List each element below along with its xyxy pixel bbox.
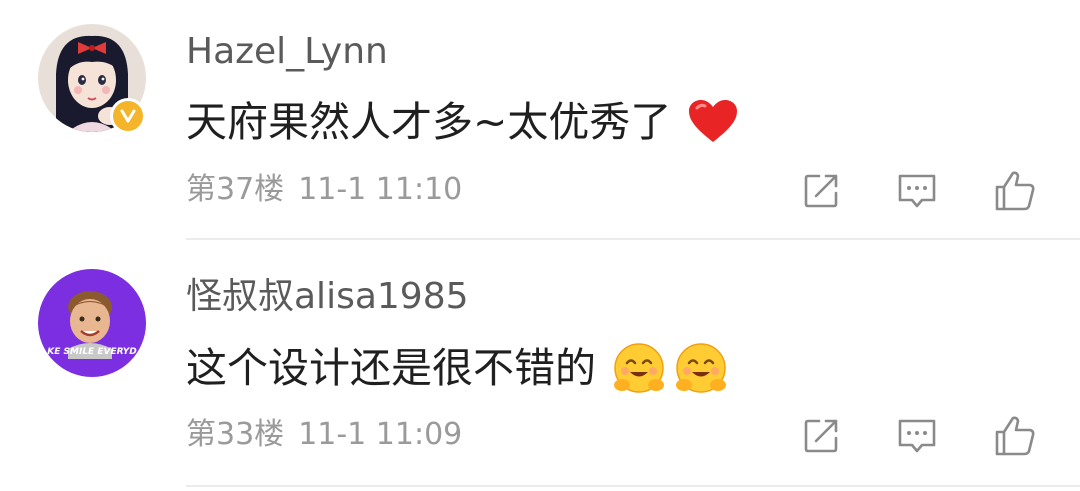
share-icon [804,174,838,208]
reply-button[interactable] [894,168,940,214]
avatar[interactable]: KE SMILE EVERYD [38,269,146,377]
share-button[interactable] [798,413,844,459]
red-heart-emoji [689,100,738,142]
comment-text: 这个设计还是很不错的 [186,341,728,395]
check-icon [120,109,136,123]
comment-meta: 第37楼 11-1 11:10 [186,170,462,210]
reply-icon [898,419,936,453]
comment-text-body: 天府果然人才多~太优秀了 [186,98,672,146]
reply-button[interactable] [894,413,940,459]
like-icon [995,171,1035,211]
comment-meta: 第33楼 11-1 11:09 [186,415,462,455]
hugging-face-emoji [676,343,726,393]
hugging-face-emoji [614,343,664,393]
floor-number: 第33楼 [186,417,285,452]
username[interactable]: 怪叔叔alisa1985 [186,275,469,319]
timestamp: 11-1 11:10 [298,172,463,207]
divider [186,485,1080,487]
timestamp: 11-1 11:09 [298,417,463,452]
like-button[interactable] [992,413,1038,459]
boy-photo-avatar [38,269,146,377]
comment-list: Hazel_Lynn 天府果然人才多~太优秀了 第37楼 11-1 11:10 [0,0,1080,491]
floor-number: 第37楼 [186,172,285,207]
verified-badge [110,98,146,134]
share-button[interactable] [798,168,844,214]
comment-item: Hazel_Lynn 天府果然人才多~太优秀了 第37楼 11-1 11:10 [0,0,1080,240]
like-button[interactable] [992,168,1038,214]
emoji-group [612,341,728,395]
avatar-caption: KE SMILE EVERYD [47,347,137,357]
reply-icon [898,174,936,208]
share-icon [804,419,838,453]
comment-actions [798,413,1048,459]
comment-text-body: 这个设计还是很不错的 [186,344,596,392]
divider [186,238,1080,240]
comment-text: 天府果然人才多~太优秀了 [186,96,739,148]
comment-item: KE SMILE EVERYD 怪叔叔alisa1985 这个设计还是很不错的 [0,245,1080,487]
emoji-group [687,98,739,146]
like-icon [995,416,1035,456]
username[interactable]: Hazel_Lynn [186,30,388,74]
comment-actions [798,168,1048,214]
